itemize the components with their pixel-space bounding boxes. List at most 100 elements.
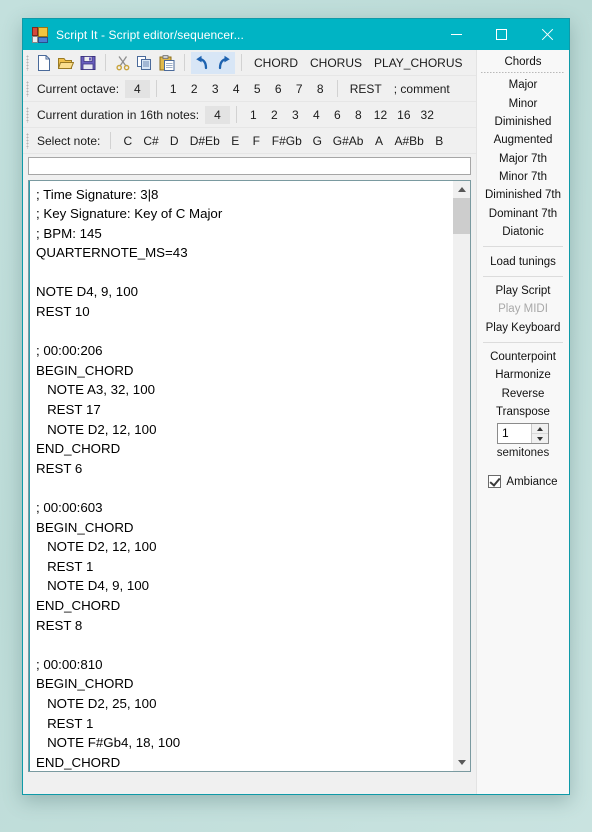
minimize-icon [451, 34, 462, 35]
window-controls [434, 19, 569, 50]
scrollbar-track[interactable] [453, 197, 470, 754]
save-disk-icon[interactable] [77, 52, 99, 74]
sidebar-section-chords-header: Chords [504, 56, 542, 68]
caret-up-icon [537, 426, 543, 431]
new-file-icon[interactable] [33, 52, 55, 74]
sidebar-item-minor-7th[interactable]: Minor 7th [477, 168, 569, 186]
command-play-chorus[interactable]: PLAY_CHORUS [368, 55, 468, 71]
copy-icon[interactable] [134, 52, 156, 74]
octave-option-5[interactable]: 5 [247, 81, 268, 97]
paste-clipboard-icon[interactable] [156, 52, 178, 74]
maximize-button[interactable] [479, 19, 524, 50]
note-option-c[interactable]: C [117, 133, 138, 149]
duration-option-32[interactable]: 32 [416, 107, 439, 123]
toolbar-grip[interactable] [26, 132, 29, 149]
open-folder-icon[interactable] [55, 52, 77, 74]
transpose-stepper[interactable]: 1 [497, 423, 549, 445]
sidebar-divider [483, 341, 563, 343]
toolbar-separator [110, 132, 112, 149]
duration-option-16[interactable]: 16 [392, 107, 415, 123]
sidebar-item-augmented[interactable]: Augmented [477, 131, 569, 149]
transpose-unit-label: semitones [496, 447, 550, 460]
octave-option-3[interactable]: 3 [205, 81, 226, 97]
insert-rest-button[interactable]: REST [344, 81, 388, 97]
octave-option-1[interactable]: 1 [163, 81, 184, 97]
octave-option-6[interactable]: 6 [268, 81, 289, 97]
sidebar-item-reverse[interactable]: Reverse [477, 385, 569, 403]
toolbar-grip[interactable] [26, 54, 29, 71]
octave-option-8[interactable]: 8 [310, 81, 331, 97]
note-option-b[interactable]: B [429, 133, 450, 149]
sidebar-item-load-tunings[interactable]: Load tunings [477, 252, 569, 270]
sidebar-item-major-7th[interactable]: Major 7th [477, 150, 569, 168]
duration-label: Current duration in 16th notes: [37, 107, 200, 122]
toolbar-grip[interactable] [26, 106, 29, 123]
sidebar-item-harmonize[interactable]: Harmonize [477, 366, 569, 384]
note-option-asharp-bflat[interactable]: A#Bb [389, 133, 428, 149]
redo-arrow-icon[interactable] [213, 51, 235, 74]
close-button[interactable] [524, 19, 569, 50]
ambiance-checkbox[interactable] [488, 475, 502, 489]
octave-option-2[interactable]: 2 [184, 81, 205, 97]
sidebar-item-diminished-7th[interactable]: Diminished 7th [477, 186, 569, 204]
command-input[interactable] [28, 157, 471, 175]
sidebar-item-play-midi: Play MIDI [498, 303, 548, 316]
duration-option-4[interactable]: 4 [306, 107, 327, 123]
command-chorus[interactable]: CHORUS [304, 55, 368, 71]
duration-option-12[interactable]: 12 [369, 107, 392, 123]
toolbar-separator [235, 106, 237, 123]
close-icon [541, 29, 553, 41]
sidebar-item-dominant-7th[interactable]: Dominant 7th [477, 205, 569, 223]
toolbar-select-note: Select note: C C# D D#Eb E F F#Gb G G#Ab… [23, 128, 476, 154]
note-option-dsharp-eflat[interactable]: D#Eb [185, 133, 225, 149]
caret-down-icon [537, 436, 543, 441]
tools-sidebar: Chords Major Minor Diminished Augmented … [476, 50, 569, 794]
sidebar-item-transpose[interactable]: Transpose [477, 403, 569, 421]
ambiance-label: Ambiance [506, 475, 558, 488]
undo-arrow-icon[interactable] [191, 51, 213, 74]
octave-option-7[interactable]: 7 [289, 81, 310, 97]
sidebar-item-counterpoint[interactable]: Counterpoint [477, 348, 569, 366]
toolbar-grip[interactable] [26, 80, 29, 97]
duration-option-2[interactable]: 2 [264, 107, 285, 123]
transpose-increment-button[interactable] [532, 424, 548, 435]
scroll-down-button[interactable] [453, 754, 470, 771]
note-option-csharp[interactable]: C# [138, 133, 163, 149]
editor-vertical-scrollbar[interactable] [452, 180, 470, 771]
minimize-button[interactable] [434, 19, 479, 50]
transpose-value[interactable]: 1 [498, 424, 531, 443]
note-option-gsharp-aflat[interactable]: G#Ab [328, 133, 369, 149]
note-option-d[interactable]: D [164, 133, 185, 149]
sidebar-item-diminished[interactable]: Diminished [477, 113, 569, 131]
ambiance-checkbox-row[interactable]: Ambiance [477, 475, 569, 489]
transpose-decrement-button[interactable] [532, 434, 548, 444]
octave-label: Current octave: [37, 81, 120, 96]
sidebar-item-play-script[interactable]: Play Script [477, 282, 569, 300]
sidebar-item-minor[interactable]: Minor [477, 94, 569, 112]
duration-option-6[interactable]: 6 [327, 107, 348, 123]
duration-option-8[interactable]: 8 [348, 107, 369, 123]
note-option-fsharp-gflat[interactable]: F#Gb [267, 133, 307, 149]
sidebar-item-diatonic[interactable]: Diatonic [477, 223, 569, 241]
cut-scissors-icon[interactable] [112, 52, 134, 74]
duration-option-1[interactable]: 1 [243, 107, 264, 123]
note-option-f[interactable]: F [246, 133, 267, 149]
scrollbar-thumb[interactable] [453, 197, 470, 234]
insert-comment-button[interactable]: ; comment [388, 81, 456, 97]
script-editor-text[interactable]: ; Time Signature: 3|8 ; Key Signature: K… [30, 181, 452, 772]
toolbar-main: CHORD CHORUS PLAY_CHORUS [23, 50, 476, 76]
sidebar-item-play-keyboard[interactable]: Play Keyboard [477, 319, 569, 337]
window-body: CHORD CHORUS PLAY_CHORUS Current octave:… [23, 50, 569, 794]
note-option-e[interactable]: E [225, 133, 246, 149]
octave-option-4[interactable]: 4 [226, 81, 247, 97]
command-chord[interactable]: CHORD [248, 55, 304, 71]
sidebar-item-major[interactable]: Major [477, 76, 569, 94]
toolbar-separator [241, 54, 242, 71]
note-option-g[interactable]: G [307, 133, 328, 149]
duration-option-3[interactable]: 3 [285, 107, 306, 123]
window-title: Script It - Script editor/sequencer... [56, 27, 244, 42]
main-panel: CHORD CHORUS PLAY_CHORUS Current octave:… [23, 50, 476, 794]
select-note-label: Select note: [37, 133, 101, 148]
scroll-up-button[interactable] [453, 180, 470, 198]
note-option-a[interactable]: A [368, 133, 389, 149]
